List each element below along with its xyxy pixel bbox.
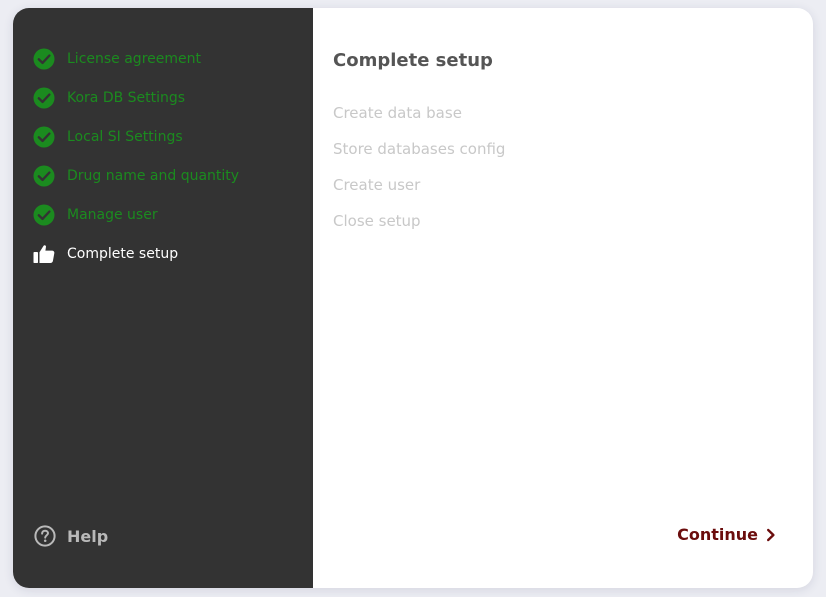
step-kora-db-settings[interactable]: Kora DB Settings xyxy=(33,87,239,126)
step-license-agreement[interactable]: License agreement xyxy=(33,48,239,87)
question-circle-icon xyxy=(34,525,56,547)
step-complete-setup[interactable]: Complete setup xyxy=(33,243,239,282)
check-circle-icon xyxy=(33,204,55,226)
step-local-si-settings[interactable]: Local SI Settings xyxy=(33,126,239,165)
step-label: Kora DB Settings xyxy=(67,90,186,106)
steps-list: License agreement Kora DB Settings Local… xyxy=(33,48,239,282)
step-label: Local SI Settings xyxy=(67,129,183,145)
task-close-setup: Close setup xyxy=(333,212,421,230)
task-store-databases-config: Store databases config xyxy=(333,140,506,158)
help-label: Help xyxy=(67,526,109,546)
setup-sidebar: License agreement Kora DB Settings Local… xyxy=(13,8,313,588)
task-create-user: Create user xyxy=(333,176,421,194)
continue-label: Continue xyxy=(677,525,758,544)
thumbs-up-icon xyxy=(33,245,55,263)
check-circle-icon xyxy=(33,165,55,187)
setup-window: License agreement Kora DB Settings Local… xyxy=(13,8,813,588)
check-circle-icon xyxy=(33,126,55,148)
task-create-data-base: Create data base xyxy=(333,104,462,122)
step-drug-name-and-quantity[interactable]: Drug name and quantity xyxy=(33,165,239,204)
step-label: Drug name and quantity xyxy=(67,168,240,184)
step-label: Complete setup xyxy=(67,246,179,262)
check-circle-icon xyxy=(33,87,55,109)
page-title: Complete setup xyxy=(333,50,493,71)
help-button[interactable]: Help xyxy=(34,525,108,547)
step-label: License agreement xyxy=(67,51,201,67)
continue-button[interactable]: Continue xyxy=(677,525,777,544)
step-manage-user[interactable]: Manage user xyxy=(33,204,239,243)
step-label: Manage user xyxy=(67,207,158,223)
setup-main-panel: Complete setup Create data base Store da… xyxy=(313,8,813,588)
check-circle-icon xyxy=(33,48,55,70)
chevron-right-icon xyxy=(767,528,775,541)
setup-task-list: Create data base Store databases config … xyxy=(333,103,505,247)
